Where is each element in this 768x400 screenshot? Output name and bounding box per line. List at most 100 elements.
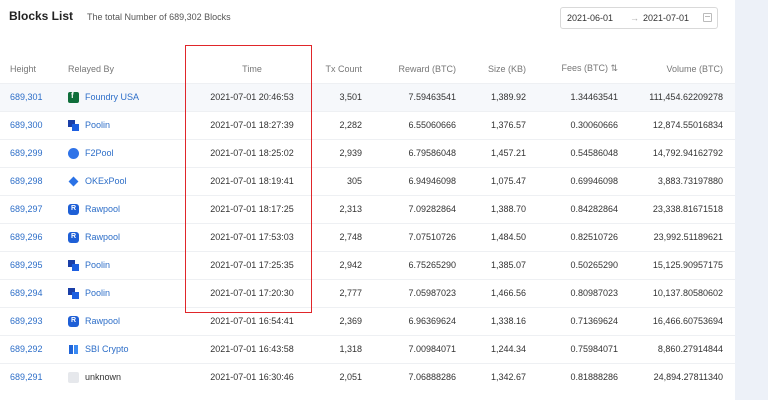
pool-name-link[interactable]: Poolin xyxy=(85,288,110,298)
date-range-picker[interactable]: 2021-06-01 → 2021-07-01 xyxy=(560,7,718,29)
block-height-link[interactable]: 689,296 xyxy=(10,232,43,242)
pool-name-link[interactable]: Foundry USA xyxy=(85,92,139,102)
pool-name-link[interactable]: OKExPool xyxy=(85,176,127,186)
block-height-link[interactable]: 689,301 xyxy=(10,92,43,102)
size-cell: 1,466.56 xyxy=(468,278,538,307)
block-height-link[interactable]: 689,298 xyxy=(10,176,43,186)
relayed-by-cell[interactable]: Rawpool xyxy=(68,231,188,243)
table-row: 689,298 OKExPool 2021-07-01 18:19:41 305 6.9… xyxy=(0,166,735,195)
table-row: 689,293 Rawpool 2021-07-01 16:54:412,3696.… xyxy=(0,306,735,335)
time-cell: 2021-07-01 18:17:25 xyxy=(188,194,316,223)
volume-cell: 10,137.80580602 xyxy=(630,278,735,307)
fees-cell: 0.69946098 xyxy=(538,166,630,195)
tx-count-cell: 2,777 xyxy=(316,278,374,307)
block-height-link[interactable]: 689,295 xyxy=(10,260,43,270)
pool-name-link[interactable]: Rawpool xyxy=(85,316,120,326)
reward-cell: 7.59463541 xyxy=(374,82,468,111)
tx-count-cell: 2,313 xyxy=(316,194,374,223)
pool-name-link[interactable]: unknown xyxy=(85,372,121,382)
reward-cell: 7.06888286 xyxy=(374,362,468,391)
reward-cell: 6.94946098 xyxy=(374,166,468,195)
table-row: 689,299 F2Pool 2021-07-01 18:25:02 2,939 6.7… xyxy=(0,138,735,167)
table-row: 689,291 unknown 2021-07-01 16:30:46 2,051 7.… xyxy=(0,362,735,391)
time-cell: 2021-07-01 17:20:30 xyxy=(188,278,316,307)
size-cell: 1,244.34 xyxy=(468,334,538,363)
block-height-link[interactable]: 689,292 xyxy=(10,344,43,354)
volume-cell: 24,894.27811340 xyxy=(630,362,735,391)
size-cell: 1,484.50 xyxy=(468,222,538,251)
relayed-by-cell[interactable]: Poolin xyxy=(68,287,188,299)
poolin-icon xyxy=(68,119,79,131)
pool-name-link[interactable]: SBI Crypto xyxy=(85,344,129,354)
reward-cell: 6.75265290 xyxy=(374,250,468,279)
block-height-link[interactable]: 689,300 xyxy=(10,120,43,130)
volume-cell: 23,338.81671518 xyxy=(630,194,735,223)
pool-name-link[interactable]: Rawpool xyxy=(85,204,120,214)
volume-cell: 8,860.27914844 xyxy=(630,334,735,363)
size-cell: 1,342.67 xyxy=(468,362,538,391)
pool-name-link[interactable]: Poolin xyxy=(85,260,110,270)
rawpool-icon xyxy=(68,315,79,327)
column-header-fees-sortable[interactable]: Fees (BTC) ⇅ xyxy=(538,55,630,83)
total-blocks-text: The total Number of 689,302 Blocks xyxy=(87,12,231,22)
volume-cell: 23,992.51189621 xyxy=(630,222,735,251)
relayed-by-cell[interactable]: Rawpool xyxy=(68,203,188,215)
end-date-input[interactable]: 2021-07-01 xyxy=(643,13,689,23)
fees-cell: 0.81888286 xyxy=(538,362,630,391)
table-header-row: Height Relayed By Time Tx Count Reward (… xyxy=(0,55,735,83)
relayed-by-cell[interactable]: OKExPool xyxy=(68,176,188,187)
time-cell: 2021-07-01 17:53:03 xyxy=(188,222,316,251)
fees-cell: 0.75984071 xyxy=(538,334,630,363)
relayed-by-cell[interactable]: SBI Crypto xyxy=(68,344,188,355)
tx-count-cell: 2,282 xyxy=(316,110,374,139)
tx-count-cell: 305 xyxy=(316,166,374,195)
pool-name-link[interactable]: F2Pool xyxy=(85,148,114,158)
sbi-crypto-icon xyxy=(68,344,79,355)
pool-name-link[interactable]: Rawpool xyxy=(85,232,120,242)
fees-cell: 0.30060666 xyxy=(538,110,630,139)
time-cell: 2021-07-01 20:46:53 xyxy=(188,82,316,111)
relayed-by-cell[interactable]: Rawpool xyxy=(68,315,188,327)
reward-cell: 7.00984071 xyxy=(374,334,468,363)
reward-cell: 6.96369624 xyxy=(374,306,468,335)
unknown-pool-icon xyxy=(68,371,79,383)
block-height-link[interactable]: 689,293 xyxy=(10,316,43,326)
column-header-volume: Volume (BTC) xyxy=(666,63,723,74)
size-cell: 1,385.07 xyxy=(468,250,538,279)
size-cell: 1,338.16 xyxy=(468,306,538,335)
relayed-by-cell[interactable]: unknown xyxy=(68,371,188,383)
volume-cell: 3,883.73197880 xyxy=(630,166,735,195)
reward-cell: 7.09282864 xyxy=(374,194,468,223)
table-row: 689,294 Poolin 2021-07-01 17:20:30 2,777 7.0… xyxy=(0,278,735,307)
block-height-link[interactable]: 689,297 xyxy=(10,204,43,214)
time-cell: 2021-07-01 17:25:35 xyxy=(188,250,316,279)
arrow-right-icon: → xyxy=(630,13,639,23)
block-height-link[interactable]: 689,299 xyxy=(10,148,43,158)
block-height-link[interactable]: 689,294 xyxy=(10,288,43,298)
right-sidebar-strip xyxy=(735,0,768,400)
table-row: 689,296 Rawpool 2021-07-01 17:53:032,7487.… xyxy=(0,222,735,251)
time-cell: 2021-07-01 16:30:46 xyxy=(188,362,316,391)
table-row: 689,292 SBI Crypto 2021-07-01 16:43:58 1,31… xyxy=(0,334,735,363)
column-header-relayed-by: Relayed By xyxy=(68,63,115,74)
tx-count-cell: 1,318 xyxy=(316,334,374,363)
blocks-panel: Blocks List The total Number of 689,302 … xyxy=(0,0,735,400)
relayed-by-cell[interactable]: Poolin xyxy=(68,259,188,271)
calendar-icon[interactable] xyxy=(703,13,712,22)
fees-cell: 0.71369624 xyxy=(538,306,630,335)
relayed-by-cell[interactable]: Foundry USA xyxy=(68,91,188,103)
relayed-by-cell[interactable]: Poolin xyxy=(68,119,188,131)
size-cell: 1,388.70 xyxy=(468,194,538,223)
start-date-input[interactable]: 2021-06-01 xyxy=(567,13,613,23)
tx-count-cell: 3,501 xyxy=(316,82,374,111)
pool-name-link[interactable]: Poolin xyxy=(85,120,110,130)
reward-cell: 6.79586048 xyxy=(374,138,468,167)
reward-cell: 7.07510726 xyxy=(374,222,468,251)
column-header-time: Time xyxy=(242,63,262,74)
volume-cell: 111,454.62209278 xyxy=(630,82,735,111)
blocks-table: Height Relayed By Time Tx Count Reward (… xyxy=(0,55,735,391)
relayed-by-cell[interactable]: F2Pool xyxy=(68,147,188,159)
block-height-link[interactable]: 689,291 xyxy=(10,372,43,382)
size-cell: 1,376.57 xyxy=(468,110,538,139)
time-cell: 2021-07-01 18:19:41 xyxy=(188,166,316,195)
